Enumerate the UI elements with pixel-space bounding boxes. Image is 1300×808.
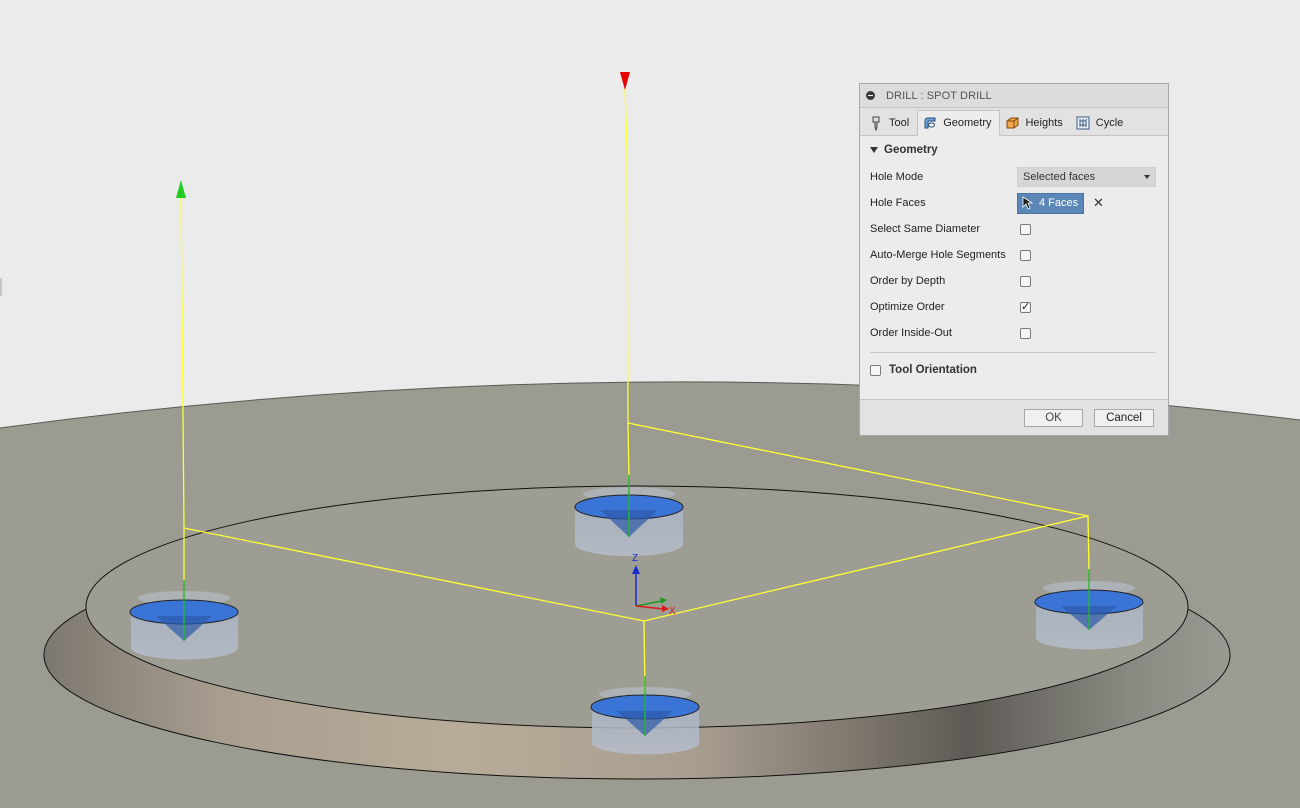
cycle-icon bbox=[1076, 116, 1090, 129]
dialog-title: DRILL : SPOT DRILL bbox=[886, 89, 992, 102]
hole-faces-label: Hole Faces bbox=[870, 197, 926, 209]
order-inside-out-checkbox[interactable] bbox=[1020, 327, 1031, 339]
expand-triangle-icon[interactable] bbox=[870, 147, 878, 153]
geometry-group-title: Geometry bbox=[884, 144, 938, 156]
option-label: Optimize Order bbox=[870, 301, 945, 313]
toolpath-start-arrow-icon bbox=[176, 180, 186, 198]
tab-tool-label: Tool bbox=[889, 116, 910, 129]
option-label: Order Inside-Out bbox=[870, 327, 952, 339]
hole-mode-select[interactable]: Selected faces bbox=[1017, 167, 1156, 187]
heights-icon bbox=[1006, 117, 1019, 128]
dialog-footer: OK Cancel bbox=[860, 399, 1168, 435]
collapse-icon[interactable] bbox=[866, 91, 875, 100]
option-label: Auto-Merge Hole Segments bbox=[870, 249, 1006, 261]
hole-mode-row: Hole Mode Selected faces bbox=[870, 164, 1156, 190]
select-same-diameter-checkbox[interactable] bbox=[1020, 223, 1031, 235]
option-label: Order by Depth bbox=[870, 275, 946, 287]
option-order-inside-out: Order Inside-Out bbox=[870, 320, 1156, 346]
tab-cycle[interactable]: Cycle bbox=[1071, 110, 1132, 135]
tab-tool[interactable]: Tool bbox=[864, 110, 917, 135]
option-label: Select Same Diameter bbox=[870, 223, 981, 235]
tool-orientation-row: Tool Orientation bbox=[870, 353, 1156, 387]
tool-icon bbox=[872, 116, 880, 131]
geometry-group-header[interactable]: Geometry bbox=[870, 136, 1156, 164]
clear-selection-icon[interactable]: ✕ bbox=[1093, 195, 1104, 211]
hole-faces-value: 4 Faces bbox=[1039, 197, 1079, 209]
order-by-depth-checkbox[interactable] bbox=[1020, 275, 1031, 287]
hole-mode-label: Hole Mode bbox=[870, 171, 924, 183]
dropdown-arrow-icon bbox=[1144, 175, 1150, 179]
tab-heights-label: Heights bbox=[1025, 116, 1063, 129]
hole-faces-row: Hole Faces 4 Faces ✕ bbox=[870, 190, 1156, 216]
axis-z-label: Z bbox=[632, 553, 638, 564]
tab-cycle-label: Cycle bbox=[1095, 116, 1124, 129]
tab-geometry[interactable]: Geometry bbox=[917, 110, 1001, 136]
cursor-icon bbox=[1022, 196, 1034, 210]
cancel-button[interactable]: Cancel bbox=[1094, 409, 1154, 427]
auto-merge-checkbox[interactable] bbox=[1020, 249, 1031, 261]
dialog-tabs: Tool Geometry Heights Cycle bbox=[860, 108, 1168, 136]
option-select-same-diameter: Select Same Diameter bbox=[870, 216, 1156, 242]
hole-faces-selection-button[interactable]: 4 Faces bbox=[1017, 192, 1084, 214]
tool-orientation-label: Tool Orientation bbox=[889, 364, 977, 376]
tab-heights[interactable]: Heights bbox=[1000, 110, 1070, 135]
geometry-icon bbox=[924, 117, 936, 129]
tool-orientation-checkbox[interactable] bbox=[870, 364, 881, 376]
geometry-panel: Geometry Hole Mode Selected faces Hole F… bbox=[860, 136, 1168, 400]
dialog-titlebar[interactable]: DRILL : SPOT DRILL bbox=[860, 84, 1168, 108]
option-optimize-order: Optimize Order bbox=[870, 294, 1156, 320]
tab-geometry-label: Geometry bbox=[943, 117, 992, 129]
axis-x-label: X bbox=[669, 606, 676, 617]
optimize-order-checkbox[interactable] bbox=[1020, 300, 1031, 313]
drill-dialog[interactable]: DRILL : SPOT DRILL Tool Geometry Heights bbox=[859, 83, 1169, 436]
option-auto-merge: Auto-Merge Hole Segments bbox=[870, 242, 1156, 268]
hole-mode-value: Selected faces bbox=[1023, 171, 1096, 183]
toolpath-end-arrow-icon bbox=[620, 72, 630, 90]
option-order-by-depth: Order by Depth bbox=[870, 268, 1156, 294]
ok-button[interactable]: OK bbox=[1024, 409, 1083, 427]
